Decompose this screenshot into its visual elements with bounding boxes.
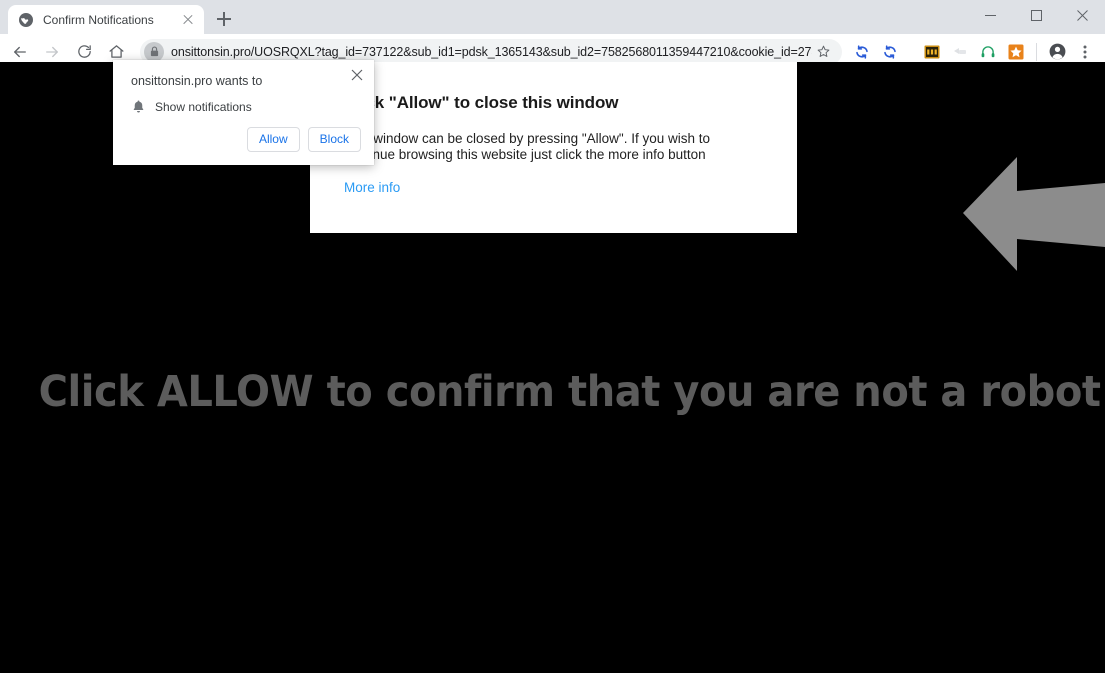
left-arrow-icon [955,155,1105,273]
card-heading: Click "Allow" to close this window [344,92,763,114]
tab-strip: Confirm Notifications [0,0,1105,34]
close-icon[interactable] [180,12,196,28]
permission-dialog-title: onsittonsin.pro wants to [131,74,262,88]
permission-label: Show notifications [155,100,252,114]
tab-title: Confirm Notifications [43,13,180,27]
block-button[interactable]: Block [308,127,361,152]
bookmark-star-icon[interactable] [812,41,834,63]
window-controls [967,0,1105,34]
permission-actions: Allow Block [247,127,361,152]
browser-tab[interactable]: Confirm Notifications [8,5,204,34]
url-text: onsittonsin.pro/UOSRQXL?tag_id=737122&su… [171,45,812,59]
close-icon[interactable] [1059,0,1105,30]
globe-icon [18,12,34,28]
allow-button[interactable]: Allow [247,127,300,152]
new-tab-button[interactable] [210,5,238,33]
permission-row: Show notifications [131,99,252,114]
minimize-icon[interactable] [967,0,1013,30]
lock-icon [144,42,164,62]
notification-permission-dialog: onsittonsin.pro wants to Show notificati… [113,60,374,165]
toolbar-divider [1036,43,1037,61]
bell-icon [131,99,146,114]
more-info-link[interactable]: More info [344,180,400,195]
card-body-text: This window can be closed by pressing "A… [344,131,763,162]
browser-window: Confirm Notifications [0,0,1105,673]
page-content-card: Click "Allow" to close this window This … [310,62,797,233]
maximize-icon[interactable] [1013,0,1059,30]
page-headline: Click ALLOW to confirm that you are not … [39,367,1067,417]
close-icon[interactable] [348,66,366,84]
